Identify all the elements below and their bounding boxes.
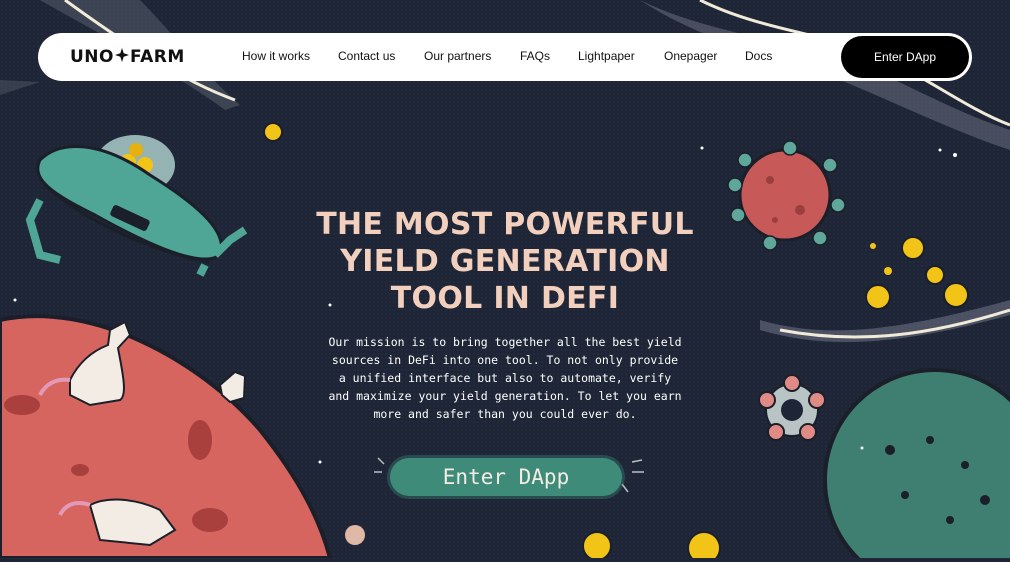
nav-links: How it works Contact us Our partners FAQ… [38, 33, 972, 81]
teal-planet-illustration [823, 368, 1010, 562]
enter-dapp-nav-button[interactable]: Enter DApp [841, 36, 969, 78]
c-ring-illustration [758, 374, 826, 441]
nav-link-contact-us[interactable]: Contact us [338, 49, 395, 63]
moon-illustration [345, 525, 365, 545]
hero-title-line: TOOL IN DEFI [390, 281, 620, 316]
moon-illustration [263, 122, 283, 142]
nav-link-onepager[interactable]: Onepager [664, 49, 717, 63]
ufo-robot-illustration [25, 135, 248, 277]
nav-link-how-it-works[interactable]: How it works [242, 49, 310, 63]
enter-dapp-hero-button[interactable]: Enter DApp [390, 458, 622, 496]
hero-title-line: THE MOST POWERFUL [316, 207, 694, 242]
nav-link-docs[interactable]: Docs [745, 49, 772, 63]
hero-title: THE MOST POWERFUL YIELD GENERATION TOOL … [255, 206, 755, 317]
hero-title-line: YIELD GENERATION [340, 244, 670, 279]
nav-link-lightpaper[interactable]: Lightpaper [578, 49, 635, 63]
nav-link-faqs[interactable]: FAQs [520, 49, 550, 63]
hero-mission-text: Our mission is to bring together all the… [328, 335, 682, 421]
nav-link-our-partners[interactable]: Our partners [424, 49, 491, 63]
top-navbar: UNO FARM How it works Contact us Our par… [38, 33, 972, 81]
